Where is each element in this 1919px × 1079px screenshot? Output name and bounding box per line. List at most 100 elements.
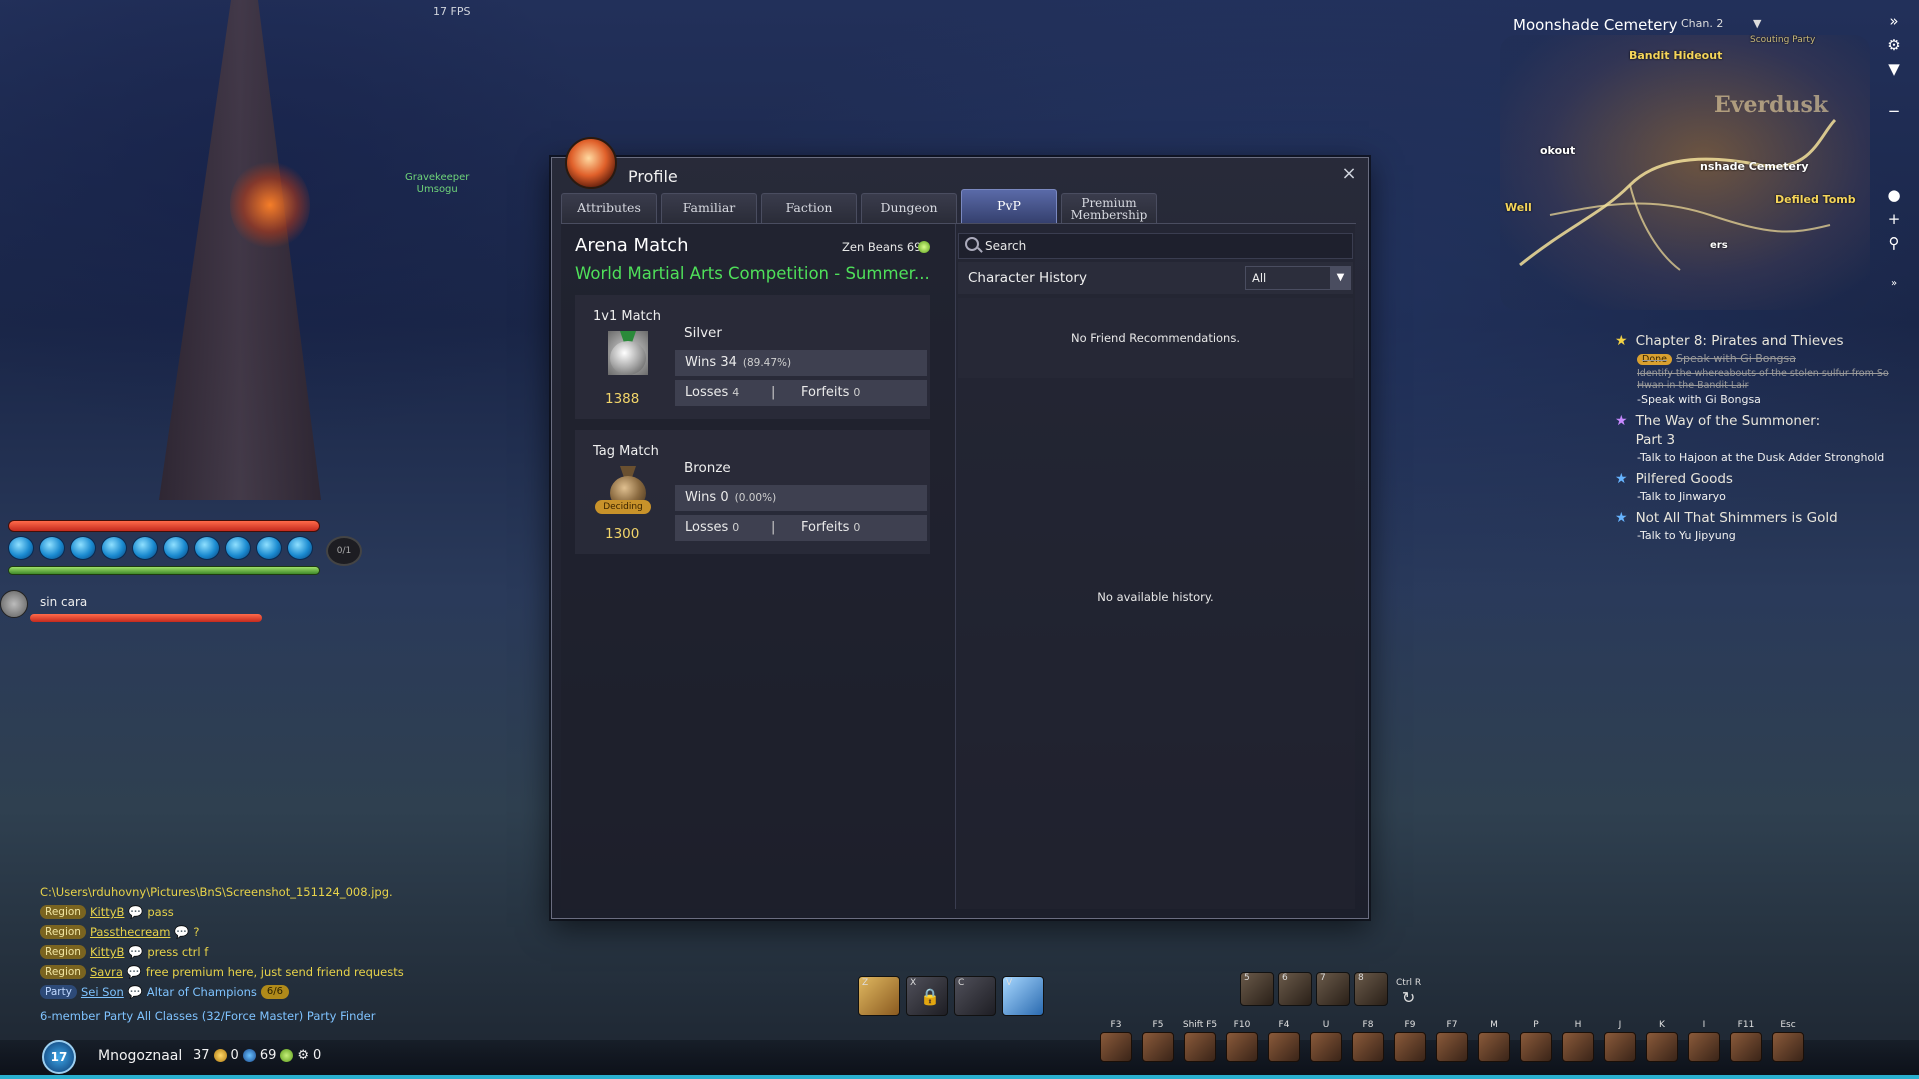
chat-system-message: C:\Users\rduhovny\Pictures\BnS\Screensho…	[40, 885, 393, 899]
chat-channel-tag[interactable]: Region	[40, 945, 86, 959]
menu-hotkey[interactable]: M	[1476, 1020, 1512, 1062]
chat-log[interactable]: C:\Users\rduhovny\Pictures\BnS\Screensho…	[40, 882, 520, 1026]
skill-slot[interactable]: C	[954, 976, 996, 1016]
chat-line: Region Savra 💬 free premium here, just s…	[40, 962, 520, 982]
tab-familiar[interactable]: Familiar	[661, 193, 757, 223]
waypoint-icon[interactable]: ⚲	[1889, 234, 1900, 252]
menu-hotkey[interactable]: K	[1644, 1020, 1680, 1062]
menu-hotkey[interactable]: F11	[1728, 1020, 1764, 1062]
gold-star-icon: ★	[1615, 333, 1628, 349]
zoom-in-icon[interactable]: +	[1888, 210, 1901, 228]
chat-sender[interactable]: KittyB	[90, 942, 124, 962]
menu-hotkey[interactable]: F10	[1224, 1020, 1260, 1062]
hotkey-label: F7	[1446, 1020, 1458, 1030]
hotkey-label: F11	[1737, 1020, 1755, 1030]
chat-sender[interactable]: Passthecream	[90, 922, 170, 942]
quest-item[interactable]: ★ Chapter 8: Pirates and Thieves Done Spea…	[1615, 332, 1915, 408]
wins-row: Wins 34 (89.47%)	[675, 350, 927, 376]
hotkey-label: F8	[1362, 1020, 1374, 1030]
menu-hotkey[interactable]: F5	[1140, 1020, 1176, 1062]
menu-icon	[1184, 1032, 1216, 1062]
menu-hotkey[interactable]: P	[1518, 1020, 1554, 1062]
quest-step: -Talk to Yu Jipyung	[1637, 529, 1736, 542]
tab-pvp[interactable]: PvP	[961, 189, 1057, 223]
menu-icon	[1310, 1032, 1342, 1062]
expand-icon[interactable]: »	[1891, 278, 1897, 289]
quest-item[interactable]: ★ Not All That Shimmers is Gold -Talk to …	[1615, 509, 1915, 544]
item-slot[interactable]: 5	[1240, 972, 1274, 1006]
window-title: Profile	[628, 167, 678, 186]
skill-slot[interactable]: Z	[858, 976, 900, 1016]
speech-bubble-icon: 💬	[126, 965, 142, 979]
skill-slot[interactable]: X 🔒	[906, 976, 948, 1016]
menu-icon	[1730, 1032, 1762, 1062]
pet-name: sin cara	[40, 595, 88, 609]
chi-orb	[163, 536, 189, 560]
quest-title: The Way of the Summoner: Part 3	[1635, 413, 1821, 448]
chat-channel-tag[interactable]: Region	[40, 925, 86, 939]
minimap-roads	[1519, 118, 1837, 271]
menu-hotkey[interactable]: J	[1602, 1020, 1638, 1062]
hotkey-label: F5	[1152, 1020, 1164, 1030]
tab-dungeon[interactable]: Dungeon	[861, 193, 957, 223]
chi-orb	[256, 536, 282, 560]
menu-hotkey[interactable]: F4	[1266, 1020, 1302, 1062]
menu-icon	[1772, 1032, 1804, 1062]
chat-sender[interactable]: KittyB	[90, 902, 124, 922]
item-slot[interactable]: 7	[1316, 972, 1350, 1006]
experience-bar	[0, 1075, 1919, 1079]
filter-icon[interactable]: ▼	[1888, 60, 1900, 78]
close-button[interactable]: ×	[1338, 163, 1360, 185]
zoom-out-icon[interactable]: −	[1888, 102, 1901, 120]
season-title[interactable]: World Martial Arts Competition - Summer.…	[575, 264, 930, 283]
menu-icon	[1436, 1032, 1468, 1062]
chat-sender[interactable]: Sei Son	[81, 982, 124, 1002]
chi-orb	[287, 536, 313, 560]
menu-hotkey[interactable]: Esc	[1770, 1020, 1806, 1062]
menu-icon	[1142, 1032, 1174, 1062]
divider: |	[771, 520, 776, 535]
search-input[interactable]	[985, 235, 1345, 257]
tab-attributes[interactable]: Attributes	[561, 193, 657, 223]
tab-premium-membership[interactable]: Premium Membership	[1061, 193, 1157, 223]
wins-row: Wins 0 (0.00%)	[675, 485, 927, 511]
quest-item[interactable]: ★ Pilfered Goods -Talk to Jinwaryo	[1615, 470, 1915, 505]
quest-item[interactable]: ★ The Way of the Summoner: Part 3 -Talk t…	[1615, 412, 1915, 466]
menu-hotkey[interactable]: I	[1686, 1020, 1722, 1062]
npc-name: Gravekeeper Umsogu	[405, 172, 470, 195]
settings-icon[interactable]: ⚙	[1887, 36, 1900, 54]
menu-icon	[1688, 1032, 1720, 1062]
menu-hotkey[interactable]: U	[1308, 1020, 1344, 1062]
menu-hotkey[interactable]: F7	[1434, 1020, 1470, 1062]
chat-channel-tag[interactable]: Region	[40, 905, 86, 919]
chat-message[interactable]: 6-member Party All Classes (32/Force Mas…	[40, 1006, 375, 1026]
chat-channel-tag[interactable]: Region	[40, 965, 86, 979]
menu-hotkey[interactable]: Shift F5	[1182, 1020, 1218, 1062]
menu-icon	[1562, 1032, 1594, 1062]
pet-avatar[interactable]	[0, 590, 28, 618]
item-slot[interactable]: 8	[1354, 972, 1388, 1006]
tab-faction[interactable]: Faction	[761, 193, 857, 223]
empty-history-message: No available history.	[1097, 590, 1214, 604]
chat-message: Altar of Champions	[146, 985, 257, 999]
menu-hotkey[interactable]: F9	[1392, 1020, 1428, 1062]
swap-button[interactable]: Ctrl R ↻	[1396, 978, 1421, 1007]
quest-title: Chapter 8: Pirates and Thieves	[1635, 333, 1844, 349]
menu-hotkey[interactable]: H	[1560, 1020, 1596, 1062]
chevron-down-icon[interactable]: ▼	[1753, 17, 1761, 30]
menu-hotkey[interactable]: F3	[1098, 1020, 1134, 1062]
health-bar	[8, 520, 320, 532]
channel-select[interactable]: Chan. 2	[1681, 17, 1723, 30]
collapse-icon[interactable]: »	[1889, 12, 1898, 30]
menu-icon	[1520, 1032, 1552, 1062]
menu-icon	[1478, 1032, 1510, 1062]
chevron-down-icon[interactable]: ▼	[1330, 266, 1351, 290]
menu-icon	[1100, 1032, 1132, 1062]
skill-slot[interactable]: V	[1002, 976, 1044, 1016]
map-label-bandit-hideout: Bandit Hideout	[1629, 49, 1723, 62]
item-slot[interactable]: 6	[1278, 972, 1312, 1006]
chat-sender[interactable]: Savra	[90, 962, 123, 982]
chat-channel-tag[interactable]: Party	[40, 985, 77, 999]
zoom-slider-icon[interactable]: ●	[1887, 186, 1900, 204]
menu-hotkey[interactable]: F8	[1350, 1020, 1386, 1062]
